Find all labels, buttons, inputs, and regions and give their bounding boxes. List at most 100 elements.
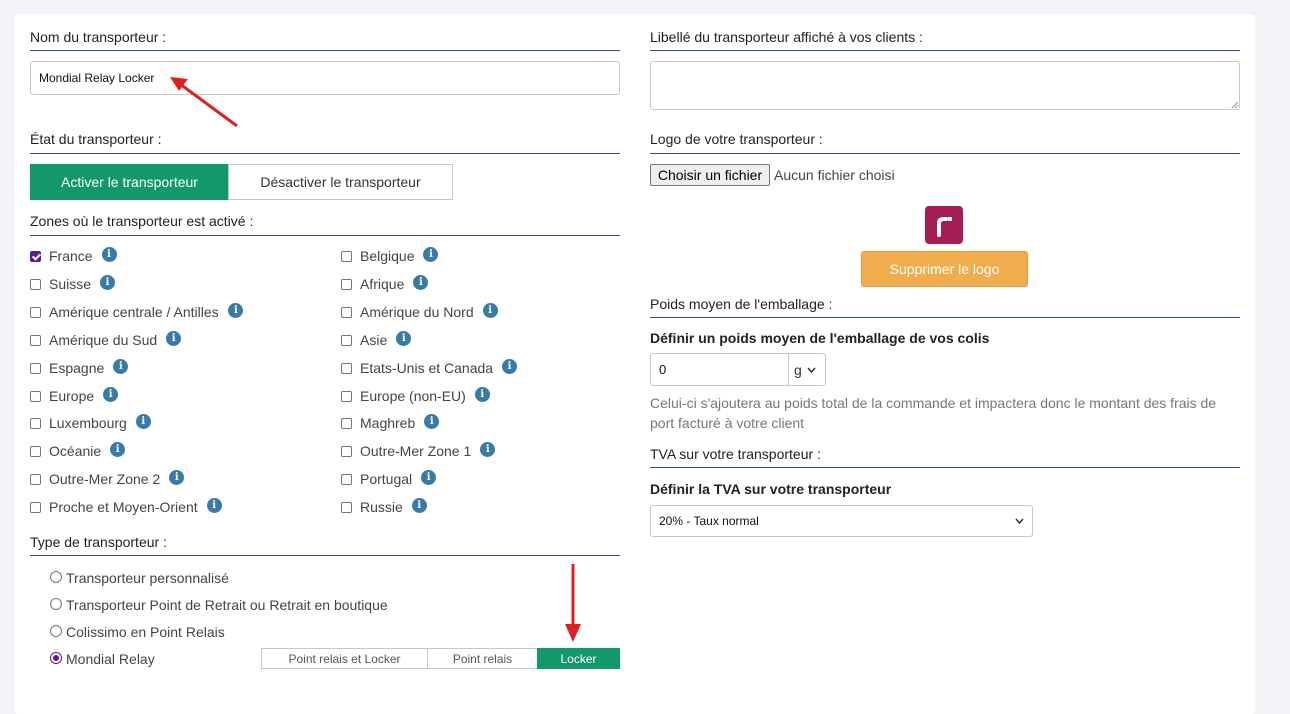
carrier-name-input[interactable]: Mondial Relay Locker xyxy=(30,61,620,95)
section-divider xyxy=(650,317,1240,318)
packaging-weight-label: Définir un poids moyen de l'emballage de… xyxy=(650,330,990,346)
section-divider xyxy=(30,555,620,556)
chevron-down-icon xyxy=(807,367,816,373)
carrier-type-label[interactable]: Colissimo en Point Relais xyxy=(66,624,225,640)
display-label-label: Libellé du transporteur affiché à vos cl… xyxy=(650,29,923,45)
carrier-type-label[interactable]: Transporteur Point de Retrait ou Retrait… xyxy=(66,597,388,613)
section-divider xyxy=(30,50,620,51)
packaging-weight-input[interactable]: 0 xyxy=(650,353,789,386)
carrier-logo-image xyxy=(925,206,963,244)
zone-label[interactable]: Espagne xyxy=(49,360,104,376)
carrier-name-label: Nom du transporteur : xyxy=(30,29,167,45)
segment-point-relais[interactable]: Point relais xyxy=(427,648,538,669)
file-status-text: Aucun fichier choisi xyxy=(774,167,895,183)
zone-label[interactable]: Etats-Unis et Canada xyxy=(360,360,493,376)
zone-checkbox-russie[interactable] xyxy=(341,502,352,514)
packaging-help-text: Celui-ci s'ajoutera au poids total de la… xyxy=(650,395,1217,431)
zone-checkbox-maghreb[interactable] xyxy=(341,418,352,430)
zone-label[interactable]: Amérique du Nord xyxy=(360,304,474,320)
vat-section-label: TVA sur votre transporteur : xyxy=(650,446,821,462)
info-icon[interactable]: i xyxy=(411,498,427,514)
zone-checkbox-suisse[interactable] xyxy=(30,278,41,290)
zone-checkbox-amerique-du-sud[interactable] xyxy=(30,334,41,346)
zone-checkbox-outre-mer-zone-2[interactable] xyxy=(30,474,41,486)
zone-label[interactable]: France xyxy=(49,248,93,264)
section-divider xyxy=(650,153,1240,154)
zone-checkbox-espagne[interactable] xyxy=(30,362,41,374)
zone-label[interactable]: Proche et Moyen-Orient xyxy=(49,499,198,515)
section-divider xyxy=(650,467,1240,468)
info-icon[interactable]: i xyxy=(482,302,498,318)
zone-label[interactable]: Suisse xyxy=(49,276,91,292)
carrier-type-label[interactable]: Transporteur personnalisé xyxy=(66,570,229,586)
zone-label[interactable]: Afrique xyxy=(360,276,404,292)
carrier-type-label: Type de transporteur : xyxy=(30,534,167,550)
carrier-type-radio-colissimo-en-point-relais[interactable] xyxy=(50,625,62,637)
segment-locker[interactable]: Locker xyxy=(537,648,620,669)
zone-label[interactable]: Luxembourg xyxy=(49,415,127,431)
segment-point-relais-et-locker[interactable]: Point relais et Locker xyxy=(261,648,428,669)
resize-handle-icon[interactable] xyxy=(1231,101,1239,109)
info-icon[interactable]: i xyxy=(502,358,518,374)
zone-checkbox-proche-et-moyen-orient[interactable] xyxy=(30,502,41,514)
mondial-relay-logo-icon xyxy=(937,217,952,237)
zone-checkbox-asie[interactable] xyxy=(341,334,352,346)
carrier-type-radio-transporteur-point-de-retrait-ou-retrait-en-boutique[interactable] xyxy=(50,598,62,610)
zone-checkbox-amerique-du-nord[interactable] xyxy=(341,306,352,318)
vat-selected-value: 20% - Taux normal xyxy=(659,514,759,528)
display-label-textarea[interactable] xyxy=(650,61,1240,110)
zone-checkbox-france[interactable] xyxy=(30,251,41,262)
zone-checkbox-europe-non-eu[interactable] xyxy=(341,390,352,402)
info-icon[interactable]: i xyxy=(103,386,119,402)
weight-unit-value: g xyxy=(794,361,802,378)
section-divider xyxy=(30,235,620,236)
zone-label[interactable]: Outre-Mer Zone 1 xyxy=(360,443,471,459)
zone-checkbox-amerique-centrale-antilles[interactable] xyxy=(30,306,41,318)
carrier-state-label: État du transporteur : xyxy=(30,131,162,147)
annotation-arrow-icon xyxy=(170,77,238,128)
carrier-type-radio-mondial-relay[interactable] xyxy=(50,652,62,664)
zone-checkbox-europe[interactable] xyxy=(30,390,41,402)
zone-checkbox-portugal[interactable] xyxy=(341,474,352,486)
carrier-type-radio-transporteur-personnalise[interactable] xyxy=(50,571,62,583)
info-icon[interactable]: i xyxy=(101,247,117,262)
remove-logo-button[interactable]: Supprimer le logo xyxy=(861,251,1028,287)
zone-checkbox-oceanie[interactable] xyxy=(30,446,41,458)
zone-label[interactable]: Amérique du Sud xyxy=(49,332,157,348)
choose-file-button[interactable]: Choisir un fichier xyxy=(650,164,770,186)
annotation-arrow-icon xyxy=(565,564,581,642)
carrier-type-label[interactable]: Mondial Relay xyxy=(66,651,155,667)
zone-checkbox-afrique[interactable] xyxy=(341,278,352,290)
zone-label[interactable]: Europe xyxy=(49,388,94,404)
info-icon[interactable]: i xyxy=(396,330,412,346)
info-icon[interactable]: i xyxy=(166,330,182,346)
zone-checkbox-etats-unis-et-canada[interactable] xyxy=(341,362,352,374)
zone-label[interactable]: Belgique xyxy=(360,248,415,264)
zone-label[interactable]: Russie xyxy=(360,499,403,515)
deactivate-carrier-button[interactable]: Désactiver le transporteur xyxy=(228,164,453,200)
logo-label: Logo de votre transporteur : xyxy=(650,131,823,147)
section-divider xyxy=(650,50,1240,51)
section-divider xyxy=(30,153,620,154)
zone-label[interactable]: Portugal xyxy=(360,471,412,487)
weight-unit-select[interactable]: g xyxy=(788,353,826,386)
zone-label[interactable]: Océanie xyxy=(49,443,101,459)
zone-label[interactable]: Maghreb xyxy=(360,415,415,431)
zone-label[interactable]: Europe (non-EU) xyxy=(360,388,466,404)
zones-label: Zones où le transporteur est activé : xyxy=(30,213,254,229)
activate-carrier-button[interactable]: Activer le transporteur xyxy=(30,164,229,200)
vat-label: Définir la TVA sur votre transporteur xyxy=(650,481,892,497)
zone-label[interactable]: Outre-Mer Zone 2 xyxy=(49,471,160,487)
packaging-section-label: Poids moyen de l'emballage : xyxy=(650,296,833,312)
zone-label[interactable]: Amérique centrale / Antilles xyxy=(49,304,219,320)
chevron-down-icon xyxy=(1015,518,1024,524)
info-icon[interactable]: i xyxy=(206,498,222,514)
zone-checkbox-outre-mer-zone-1[interactable] xyxy=(341,446,352,458)
zone-checkbox-belgique[interactable] xyxy=(341,251,352,262)
info-icon[interactable]: i xyxy=(100,274,116,290)
info-icon[interactable]: i xyxy=(113,358,129,374)
zone-checkbox-luxembourg[interactable] xyxy=(30,418,41,430)
vat-select[interactable]: 20% - Taux normal xyxy=(650,505,1033,537)
info-icon[interactable]: i xyxy=(474,386,490,402)
zone-label[interactable]: Asie xyxy=(360,332,387,348)
